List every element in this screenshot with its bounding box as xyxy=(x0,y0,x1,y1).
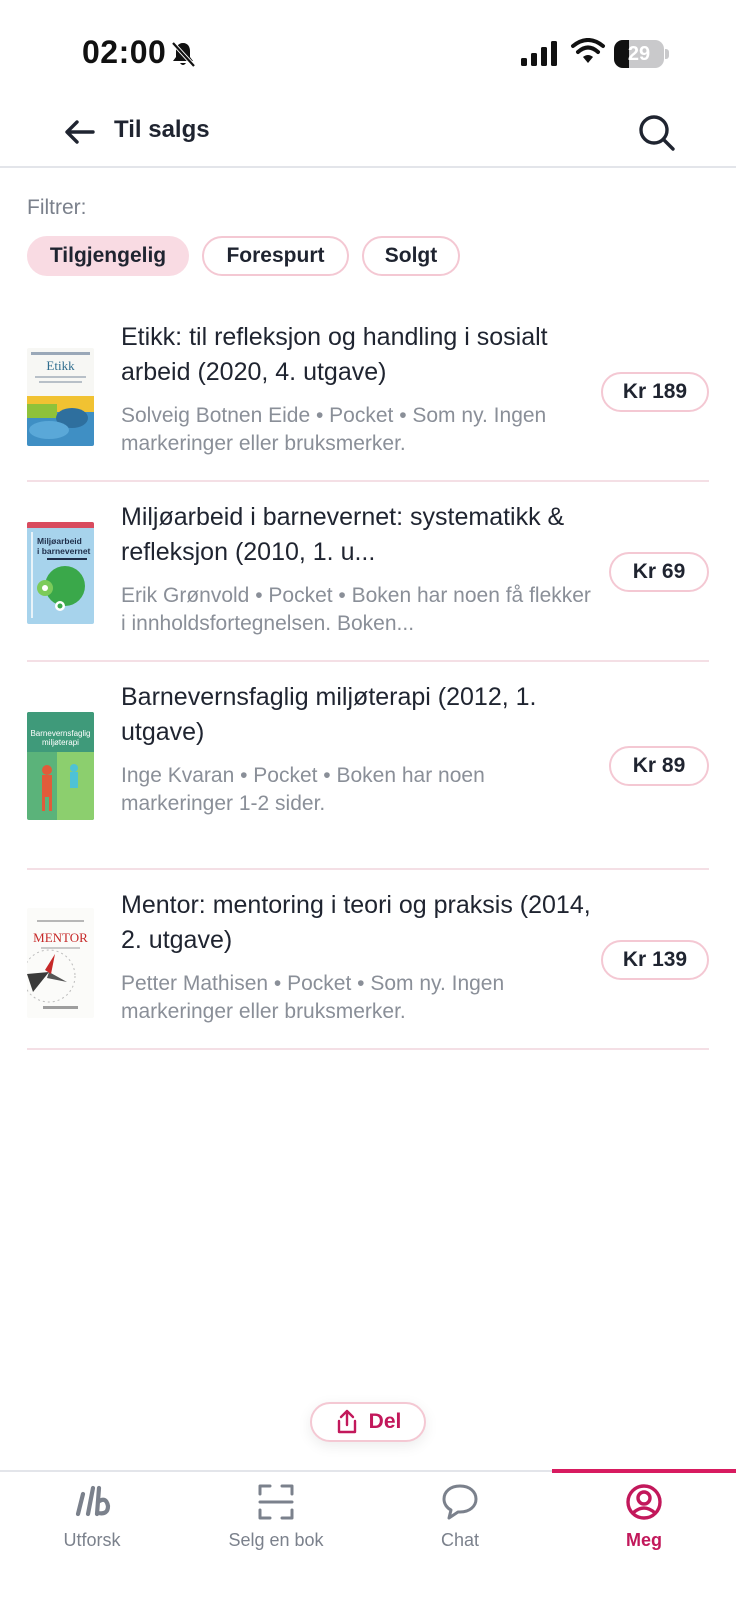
book-title: Miljøarbeid i barnevernet: systematikk &… xyxy=(121,503,565,566)
book-title: Barnevernsfaglig miljøterapi (2012, 1. u… xyxy=(121,683,537,746)
filter-label: Filtrer: xyxy=(27,196,87,219)
svg-text:Barnevernsfaglig: Barnevernsfaglig xyxy=(30,729,90,738)
book-list-item[interactable]: Miljøarbeid i barnevernet Miljøarbeid i … xyxy=(27,500,709,662)
price-tag[interactable]: Kr 139 xyxy=(601,940,709,980)
nav-label: Selg en bok xyxy=(228,1530,324,1550)
arrow-left-icon[interactable] xyxy=(62,114,98,150)
svg-text:i barnevernet: i barnevernet xyxy=(37,546,91,556)
book-title: Mentor: mentoring i teori og praksis (20… xyxy=(121,891,591,954)
nav-label: Meg xyxy=(626,1530,662,1550)
nav-label: Chat xyxy=(440,1530,480,1550)
status-bar: 02:00 29 xyxy=(0,0,736,100)
book-list-item[interactable]: Etikk Etikk: til refleksjon og handling … xyxy=(27,320,709,482)
price-tag[interactable]: Kr 89 xyxy=(609,746,709,786)
book-cover-image: MENTOR xyxy=(27,908,94,1018)
nav-item-chat[interactable]: Chat xyxy=(368,1472,552,1600)
book-meta: Petter Mathisen • Pocket • Som ny. Ingen… xyxy=(121,972,505,1023)
filter-chip-solgt[interactable]: Solgt xyxy=(362,236,460,276)
book-meta: Solveig Botnen Eide • Pocket • Som ny. I… xyxy=(121,404,547,455)
user-circle-icon xyxy=(626,1484,662,1520)
book-list-item[interactable]: MENTOR Mentor: mentoring i teori og prak… xyxy=(27,888,709,1050)
wifi-icon xyxy=(571,38,605,63)
price-tag[interactable]: Kr 189 xyxy=(601,372,709,412)
filter-chip-tilgjengelig[interactable]: Tilgjengelig xyxy=(27,236,189,276)
bell-slash-icon xyxy=(171,41,196,68)
lb-logo-icon xyxy=(75,1485,111,1517)
status-time: 02:00 xyxy=(82,34,167,70)
svg-text:Miljøarbeid: Miljøarbeid xyxy=(37,536,82,546)
page-title: Til salgs xyxy=(114,116,210,143)
book-meta: Inge Kvaran • Pocket • Boken har noen ma… xyxy=(121,764,485,815)
cover-title: MENTOR xyxy=(33,930,88,945)
share-icon xyxy=(337,1409,356,1434)
nav-item-selg-en-bok[interactable]: Selg en bok xyxy=(184,1472,368,1600)
book-title: Etikk: til refleksjon og handling i sosi… xyxy=(121,323,548,386)
app-header: Til salgs xyxy=(0,100,736,168)
filter-chip-forespurt[interactable]: Forespurt xyxy=(202,236,349,276)
signal-icon xyxy=(521,41,557,66)
chat-bubble-icon xyxy=(442,1484,478,1520)
share-label: Del xyxy=(368,1410,402,1433)
search-icon[interactable] xyxy=(636,112,676,152)
book-cover-image: Miljøarbeid i barnevernet xyxy=(27,522,94,624)
battery-level: 29 xyxy=(627,43,651,65)
share-button[interactable]: Del xyxy=(310,1402,426,1442)
book-list-item[interactable]: Barnevernsfaglig miljøterapi Barnevernsf… xyxy=(27,680,709,870)
svg-text:miljøterapi: miljøterapi xyxy=(42,738,79,747)
price-tag[interactable]: Kr 69 xyxy=(609,552,709,592)
nav-item-meg[interactable]: Meg xyxy=(552,1472,736,1600)
scan-icon xyxy=(258,1484,294,1520)
book-meta: Erik Grønvold • Pocket • Boken har noen … xyxy=(121,584,591,635)
nav-item-utforsk[interactable]: Utforsk xyxy=(0,1472,184,1600)
nav-label: Utforsk xyxy=(63,1530,121,1550)
bottom-nav: Utforsk Selg en bok Chat Meg xyxy=(0,1469,736,1600)
book-cover-image: Barnevernsfaglig miljøterapi xyxy=(27,712,94,820)
book-cover-image: Etikk xyxy=(27,348,94,446)
battery-icon: 29 xyxy=(614,40,669,68)
cover-title: Etikk xyxy=(46,358,75,373)
